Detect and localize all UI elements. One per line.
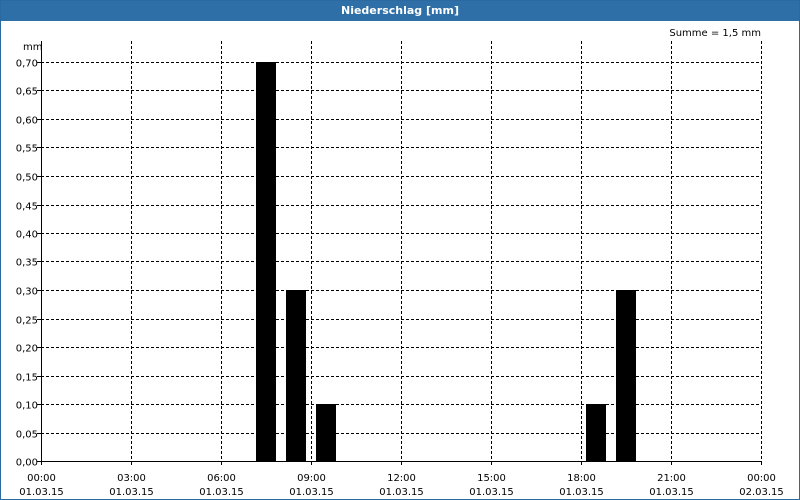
y-tick-label: 0,45 <box>16 202 38 213</box>
x-tick-date: 01.03.15 <box>649 487 694 498</box>
y-tick-label: 0,35 <box>16 258 38 269</box>
x-tick-date: 01.03.15 <box>559 487 604 498</box>
sum-annotation: Summe = 1,5 mm <box>669 28 761 39</box>
bar <box>586 404 606 461</box>
y-tick-label: 0,55 <box>16 144 38 155</box>
x-tick-time: 00:00 <box>747 473 776 484</box>
x-tick-time: 00:00 <box>27 473 56 484</box>
bar <box>316 404 336 461</box>
gridlines <box>37 41 762 465</box>
x-tick-date: 02.03.15 <box>739 487 784 498</box>
x-tick-time: 09:00 <box>297 473 326 484</box>
y-tick-label: 0,25 <box>16 316 38 327</box>
bar <box>256 62 276 461</box>
y-tick-label: 0,50 <box>16 173 38 184</box>
x-tick-time: 21:00 <box>657 473 686 484</box>
y-tick-label: 0,05 <box>16 430 38 441</box>
x-tick-date: 01.03.15 <box>109 487 154 498</box>
precipitation-chart: mm Summe = 1,5 mm 0,00 0,05 0,10 0,15 0,20 0,… <box>16 28 784 498</box>
x-tick-time: 12:00 <box>387 473 416 484</box>
x-tick-time: 15:00 <box>477 473 506 484</box>
bar <box>286 290 306 461</box>
y-tick-label: 0,20 <box>16 344 38 355</box>
x-tick-time: 03:00 <box>117 473 146 484</box>
y-tick-label: 0,70 <box>16 59 38 70</box>
x-tick-date: 01.03.15 <box>289 487 334 498</box>
x-tick-time: 06:00 <box>207 473 236 484</box>
x-tick-time: 18:00 <box>567 473 596 484</box>
y-tick-label: 0,10 <box>16 401 38 412</box>
chart-window: Niederschlag [mm] mm Summe = 1,5 mm 0,00… <box>0 0 800 500</box>
y-axis-unit: mm <box>23 42 42 53</box>
bar <box>616 290 636 461</box>
y-tick-label: 0,60 <box>16 116 38 127</box>
y-tick-label: 0,00 <box>16 458 38 469</box>
x-tick-date: 01.03.15 <box>19 487 64 498</box>
x-tick-date: 01.03.15 <box>379 487 424 498</box>
y-tick-label: 0,40 <box>16 230 38 241</box>
y-tick-label: 0,30 <box>16 287 38 298</box>
x-tick-date: 01.03.15 <box>199 487 244 498</box>
y-tick-label: 0,15 <box>16 373 38 384</box>
y-tick-label: 0,65 <box>16 87 38 98</box>
x-tick-date: 01.03.15 <box>469 487 514 498</box>
